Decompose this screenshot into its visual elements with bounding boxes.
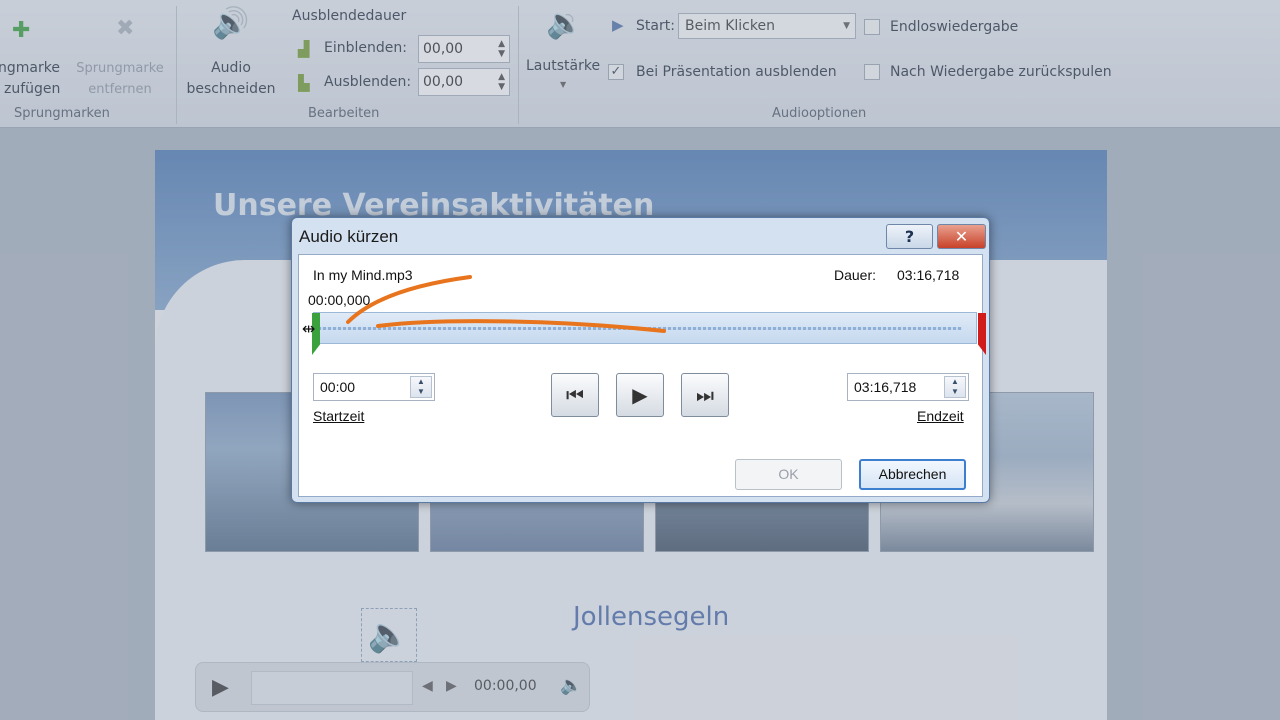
- resize-cursor-icon: ⇹: [302, 319, 316, 338]
- cancel-button[interactable]: Abbrechen: [859, 459, 966, 490]
- trim-audio-dialog: Audio kürzen ? ✕ In my Mind.mp3 Dauer: 0…: [291, 217, 990, 503]
- next-frame-icon: ⏭: [696, 383, 714, 407]
- previous-frame-icon: ⏮: [566, 383, 584, 407]
- waveform: [318, 327, 962, 330]
- help-button[interactable]: ?: [886, 224, 933, 249]
- ok-button[interactable]: OK: [735, 459, 842, 490]
- end-time-label: Endzeit: [917, 408, 964, 424]
- duration-label: Dauer:: [834, 267, 877, 283]
- next-frame-button[interactable]: ⏭: [681, 373, 729, 417]
- dialog-title: Audio kürzen: [299, 227, 399, 246]
- end-time-stepper[interactable]: ▲ ▼: [944, 376, 966, 398]
- start-time-stepper[interactable]: ▲ ▼: [410, 376, 432, 398]
- playhead-position: 00:00,000: [308, 292, 371, 308]
- play-icon: ▶: [632, 383, 648, 407]
- start-time-input[interactable]: 00:00 ▲ ▼: [313, 373, 435, 401]
- end-time-input[interactable]: 03:16,718 ▲ ▼: [847, 373, 969, 401]
- start-time-label: Startzeit: [313, 408, 365, 424]
- previous-frame-button[interactable]: ⏮: [551, 373, 599, 417]
- end-trim-handle[interactable]: [978, 313, 986, 355]
- file-name: In my Mind.mp3: [313, 267, 413, 283]
- close-button[interactable]: ✕: [937, 224, 986, 249]
- audio-waveform-timeline[interactable]: ⇹: [302, 312, 986, 355]
- duration-value: 03:16,718: [897, 267, 960, 283]
- play-button[interactable]: ▶: [616, 373, 664, 417]
